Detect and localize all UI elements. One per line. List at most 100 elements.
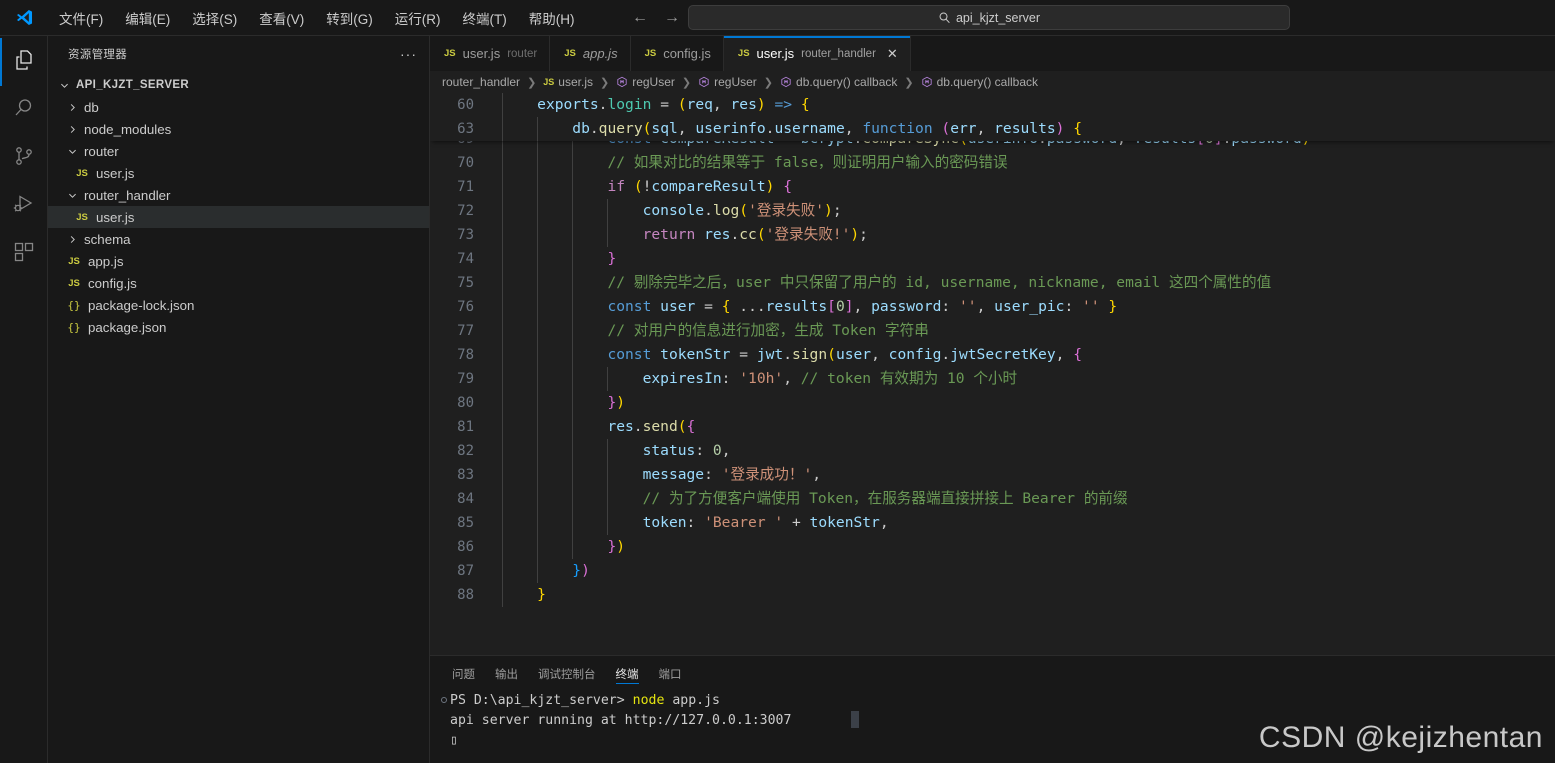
tab-label: user.js (462, 46, 501, 61)
extensions-icon (12, 240, 36, 269)
breadcrumb-item-4[interactable]: db.query() callback (780, 75, 897, 89)
indent-guide (607, 463, 609, 487)
line-number: 85 (457, 515, 474, 531)
code-editor[interactable]: 67 if (results.length !== 1) return res.… (430, 93, 1555, 655)
code-line-88: 88 } (430, 583, 1555, 607)
vscode-logo-icon (0, 8, 48, 27)
menu-item-1[interactable]: 编辑(E) (114, 4, 181, 32)
tree-item-label: node_modules (84, 121, 172, 137)
terminal-output[interactable]: PS D:\api_kjzt_server> node app.js api se… (430, 691, 1555, 763)
tab-description: router (507, 47, 538, 60)
activity-item-source-control[interactable] (0, 134, 48, 182)
breadcrumb-item-1[interactable]: JS user.js (543, 75, 593, 89)
line-number: 78 (457, 347, 474, 363)
tab-description: router_handler (801, 47, 876, 60)
menu-item-0[interactable]: 文件(F) (48, 4, 114, 32)
activity-item-explorer[interactable] (0, 38, 48, 86)
tree-item-node-modules[interactable]: node_modules (48, 118, 429, 140)
tree-item-user-js[interactable]: JS user.js (48, 206, 429, 228)
sticky-scroll[interactable]: 60 exports.login = (req, res) => {63 db.… (430, 93, 1555, 141)
tree-item-router-handler[interactable]: router_handler (48, 184, 429, 206)
menu-item-5[interactable]: 运行(R) (384, 4, 452, 32)
panel-tab-3[interactable]: 终端 (606, 656, 649, 691)
symbol-method-icon (616, 76, 628, 88)
chevron-right-icon (64, 124, 80, 135)
indent-guide (502, 271, 503, 295)
code-text: res.send({ (496, 415, 695, 439)
menu-item-2[interactable]: 选择(S) (181, 4, 248, 32)
command-center-search[interactable]: api_kjzt_server (688, 5, 1290, 30)
terminal-line: api server running at http://127.0.0.1:3… (438, 711, 1555, 731)
search-value: api_kjzt_server (955, 10, 1041, 25)
indent-guide (502, 367, 503, 391)
breadcrumb-item-3[interactable]: regUser (698, 75, 757, 89)
breadcrumb-label: regUser (632, 75, 675, 89)
run-and-debug-icon (12, 192, 36, 221)
menu-item-6[interactable]: 终端(T) (452, 4, 518, 32)
code-text: console.log('登录失败'); (496, 199, 842, 223)
tree-item-package-json[interactable]: {} package.json (48, 316, 429, 338)
activity-item-run-and-debug[interactable] (0, 182, 48, 230)
indent-guide (572, 415, 574, 439)
tree-item-db[interactable]: db (48, 96, 429, 118)
code-line-83: 83 message: '登录成功！', (430, 463, 1555, 487)
terminal-text: ▯ (450, 733, 458, 748)
sidebar-header: 资源管理器 ··· (48, 36, 429, 71)
editor-tab-user-js-router_handler[interactable]: JS user.js router_handler ✕ (723, 36, 911, 71)
tree-item-config-js[interactable]: JS config.js (48, 272, 429, 294)
tree-item-label: router (84, 143, 119, 159)
tree-item-user-js[interactable]: JS user.js (48, 162, 429, 184)
activity-item-search[interactable] (0, 86, 48, 134)
activity-item-extensions[interactable] (0, 230, 48, 278)
breadcrumb-item-5[interactable]: db.query() callback (921, 75, 1038, 89)
breadcrumb-item-0[interactable]: router_handler (442, 75, 520, 89)
chevron-down-icon (56, 80, 72, 91)
code-line-87: 87 }) (430, 559, 1555, 583)
breadcrumb: router_handler ❯ JS user.js ❯ regUser ❯ regUser… (430, 71, 1555, 93)
breadcrumb-item-2[interactable]: regUser (616, 75, 675, 89)
indent-guide (537, 151, 539, 175)
panel-tab-4[interactable]: 端口 (649, 656, 692, 691)
tree-item-router[interactable]: router (48, 140, 429, 162)
js-file-icon: JS (444, 48, 456, 59)
code-line-60: 60 exports.login = (req, res) => { (430, 93, 1555, 117)
code-text: // 为了方便客户端使用 Token，在服务器端直接拼接上 Bearer 的前缀 (496, 487, 1128, 511)
close-icon[interactable]: ✕ (887, 47, 898, 60)
tree-item-api-kjzt-server[interactable]: API_KJZT_SERVER (48, 74, 429, 96)
panel-tab-1[interactable]: 输出 (485, 656, 528, 691)
editor-tab-app-js[interactable]: JS app.js (550, 36, 631, 71)
tree-item-app-js[interactable]: JS app.js (48, 250, 429, 272)
navigation-arrows: ← → (632, 0, 680, 36)
panel-tab-0[interactable]: 问题 (442, 656, 485, 691)
editor-tab-user-js-router[interactable]: JS user.js router (430, 36, 551, 71)
vscode-window: 文件(F) 编辑(E) 选择(S) 查看(V) 转到(G) 运行(R) 终端(T) 帮助(H)… (0, 0, 1555, 763)
breadcrumb-separator-icon: ❯ (681, 76, 692, 89)
indent-guide (537, 463, 539, 487)
menu-item-7[interactable]: 帮助(H) (518, 4, 586, 32)
indent-guide (572, 271, 574, 295)
code-text: // 对用户的信息进行加密，生成 Token 字符串 (496, 319, 929, 343)
indent-guide (502, 93, 503, 117)
forward-arrow-icon[interactable]: → (664, 10, 680, 26)
editor-tab-config-js[interactable]: JS config.js (630, 36, 724, 71)
breadcrumb-separator-icon: ❯ (763, 76, 774, 89)
line-number: 81 (457, 419, 474, 435)
menu-item-4[interactable]: 转到(G) (315, 4, 384, 32)
tree-item-schema[interactable]: schema (48, 228, 429, 250)
panel-tab-2[interactable]: 调试控制台 (528, 656, 606, 691)
indent-guide (502, 199, 503, 223)
indent-guide (537, 535, 539, 559)
code-text: }) (496, 559, 590, 583)
activity-bar (0, 36, 48, 763)
json-file-icon: {} (67, 298, 81, 312)
menu-item-3[interactable]: 查看(V) (248, 4, 315, 32)
line-number: 74 (457, 251, 474, 267)
indent-guide (572, 463, 574, 487)
code-line-74: 74 } (430, 247, 1555, 271)
indent-guide (537, 117, 539, 141)
code-text: message: '登录成功！', (496, 463, 821, 487)
sidebar-more-actions-icon[interactable]: ··· (400, 46, 417, 62)
line-number: 88 (457, 587, 474, 603)
tree-item-package-lock-json[interactable]: {} package-lock.json (48, 294, 429, 316)
back-arrow-icon[interactable]: ← (632, 10, 648, 26)
